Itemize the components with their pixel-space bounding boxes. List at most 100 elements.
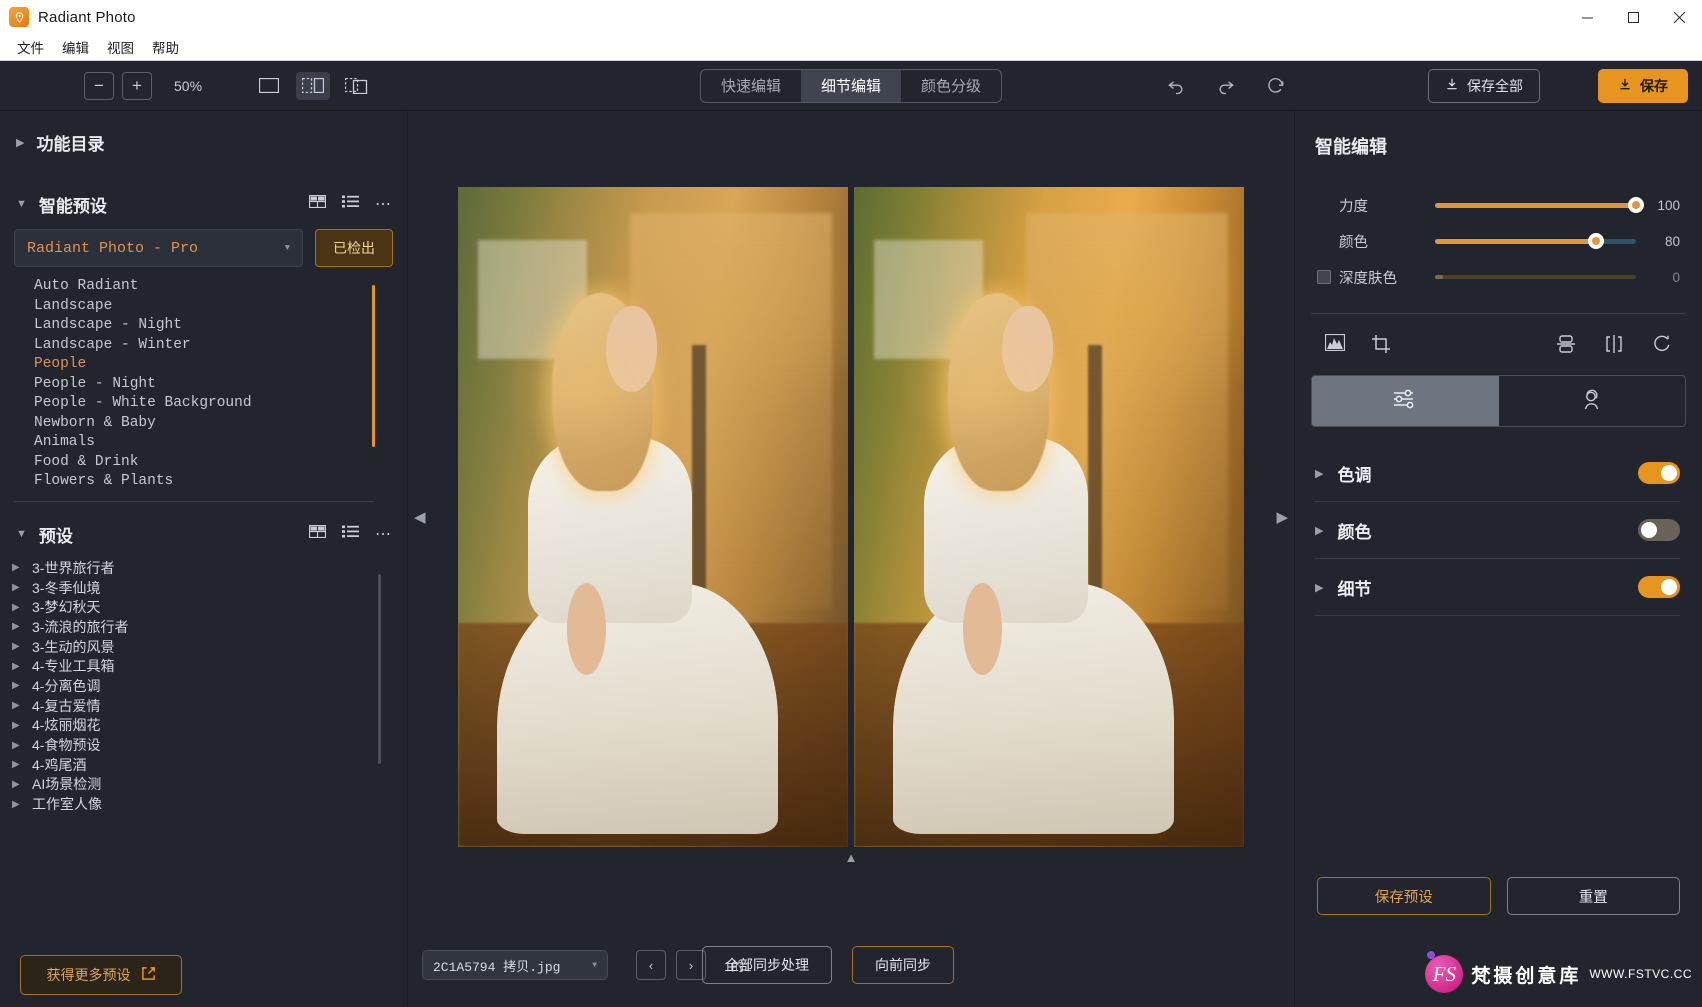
zoom-level-label: 50% <box>174 77 203 94</box>
single-view-icon[interactable] <box>252 72 286 100</box>
section-detail-toggle[interactable] <box>1638 576 1680 598</box>
photo-before[interactable] <box>458 187 848 847</box>
zoom-in-button[interactable]: + <box>122 71 152 100</box>
flip-horizontal-icon[interactable] <box>1604 334 1624 359</box>
tab-color-grading[interactable]: 颜色分级 <box>901 70 1001 102</box>
crop-icon[interactable] <box>1371 334 1391 359</box>
list-item[interactable]: ▶ 3-流浪的旅行者 <box>12 617 407 637</box>
list-item[interactable]: ▶ 3-生动的风景 <box>12 637 407 657</box>
redo-icon[interactable] <box>1214 74 1238 98</box>
list-item[interactable]: Landscape - Night <box>34 316 407 336</box>
split-view-icon[interactable] <box>296 71 330 100</box>
preset-tree[interactable]: ▶ 3-世界旅行者 ▶ 3-冬季仙境 ▶ 3-梦幻秋天 ▶ 3-流浪的旅行者 ▶ 3-生动… <box>0 558 407 1007</box>
slider-color-knob[interactable] <box>1587 233 1604 249</box>
list-item[interactable]: Landscape - Winter <box>34 336 407 356</box>
tab-portrait[interactable] <box>1499 376 1686 426</box>
list-view-icon[interactable] <box>342 195 359 213</box>
undo-icon[interactable] <box>1164 74 1188 98</box>
list-item[interactable]: Flowers & Plants <box>34 472 407 489</box>
section-tone[interactable]: ▶ 色调 <box>1295 445 1702 501</box>
filmstrip-collapse-icon[interactable]: ▲ <box>845 850 858 865</box>
list-item[interactable]: ▶ AI场景检测 <box>12 775 407 795</box>
close-button[interactable] <box>1656 0 1702 34</box>
list-item[interactable]: ▶ 3-世界旅行者 <box>12 558 407 578</box>
menu-view[interactable]: 视图 <box>98 35 143 59</box>
list-item[interactable]: ▶ 工作室人像 <box>12 794 407 814</box>
reset-icon[interactable] <box>1264 74 1288 98</box>
slider-deep-skin-value: 0 <box>1672 269 1680 285</box>
list-item[interactable]: ▶ 3-梦幻秋天 <box>12 597 407 617</box>
menu-file[interactable]: 文件 <box>8 35 53 59</box>
list-item-selected[interactable]: People <box>34 355 407 375</box>
file-select[interactable]: 2C1A5794 拷贝.jpg ▼ <box>422 950 608 980</box>
reset-button[interactable]: 重置 <box>1506 877 1680 915</box>
menu-help[interactable]: 帮助 <box>143 35 188 59</box>
list-item[interactable]: ▶ 4-炫丽烟花 <box>12 716 407 736</box>
slider-deep-skin-track[interactable] <box>1435 269 1636 285</box>
list-view-icon[interactable] <box>342 525 359 543</box>
tab-detail-edit[interactable]: 细节编辑 <box>800 69 902 102</box>
list-item[interactable]: ▶ 4-食物预设 <box>12 735 407 755</box>
minimize-button[interactable] <box>1564 0 1610 34</box>
list-item[interactable]: ▶ 4-鸡尾酒 <box>12 755 407 775</box>
preset-label: 3-生动的风景 <box>32 638 115 655</box>
title-bar: Radiant Photo <box>0 0 1702 34</box>
get-more-presets-button[interactable]: 获得更多预设 <box>20 955 182 995</box>
more-options-icon[interactable]: ⋯ <box>375 524 391 544</box>
image-canvas[interactable]: ◀ ▶ ▲ <box>408 111 1294 923</box>
prev-page-button[interactable]: ‹ <box>636 950 666 980</box>
grid-view-icon[interactable] <box>308 524 327 543</box>
list-item[interactable]: Landscape <box>34 297 407 317</box>
smart-preset-select[interactable]: Radiant Photo - Pro ▼ <box>14 229 303 267</box>
list-item[interactable]: ▶ 4-分离色调 <box>12 676 407 696</box>
smart-preset-scrollbar[interactable] <box>372 277 375 489</box>
menu-edit[interactable]: 编辑 <box>53 35 98 59</box>
section-detail[interactable]: ▶ 细节 <box>1295 559 1702 615</box>
list-item[interactable]: ▶ 4-复古爱情 <box>12 696 407 716</box>
next-image-arrow[interactable]: ▶ <box>1276 508 1288 526</box>
zoom-out-button[interactable]: − <box>84 71 114 100</box>
section-detail-label: 细节 <box>1337 579 1372 599</box>
toggle-knob <box>1641 522 1657 538</box>
photo-after[interactable] <box>854 187 1244 847</box>
list-item[interactable]: People - Night <box>34 375 407 395</box>
slider-strength-track[interactable] <box>1435 197 1644 213</box>
history-controls <box>1164 74 1288 98</box>
scrollbar-thumb[interactable] <box>372 285 375 447</box>
section-color[interactable]: ▶ 颜色 <box>1295 502 1702 558</box>
maximize-button[interactable] <box>1610 0 1656 34</box>
section-functions-header[interactable]: ▶ 功能目录 <box>0 111 407 173</box>
slider-strength-knob[interactable] <box>1628 197 1644 213</box>
compare-view-icon[interactable] <box>340 72 374 100</box>
deep-skin-checkbox[interactable] <box>1317 270 1331 284</box>
section-presets-header[interactable]: ▼ 预设 ⋯ <box>0 502 407 552</box>
prev-image-arrow[interactable]: ◀ <box>414 508 426 526</box>
list-item[interactable]: Animals <box>34 433 407 453</box>
list-item[interactable]: ▶ 3-冬季仙境 <box>12 578 407 598</box>
sync-forward-button[interactable]: 向前同步 <box>852 946 954 984</box>
list-item[interactable]: People - White Background <box>34 394 407 414</box>
more-options-icon[interactable]: ⋯ <box>375 194 391 214</box>
smart-preset-list[interactable]: Auto Radiant Landscape Landscape - Night… <box>0 277 407 489</box>
external-link-icon <box>141 966 156 984</box>
slider-color-track[interactable] <box>1435 233 1636 249</box>
tab-quick-edit[interactable]: 快速编辑 <box>701 70 801 102</box>
list-item[interactable]: Newborn & Baby <box>34 414 407 434</box>
section-smart-presets-header[interactable]: ▼ 智能预设 ⋯ <box>0 173 407 223</box>
sync-all-button[interactable]: 全部同步处理 <box>702 946 832 984</box>
histogram-icon[interactable] <box>1324 333 1346 359</box>
tab-adjustments[interactable] <box>1312 376 1499 426</box>
save-button[interactable]: 保存 <box>1598 68 1688 103</box>
grid-view-icon[interactable] <box>308 194 327 213</box>
flip-vertical-icon[interactable] <box>1556 334 1576 359</box>
list-item[interactable]: Auto Radiant <box>34 277 407 297</box>
list-item[interactable]: Food & Drink <box>34 453 407 473</box>
save-preset-button[interactable]: 保存预设 <box>1317 877 1491 915</box>
rotate-icon[interactable] <box>1652 334 1672 359</box>
section-color-toggle[interactable] <box>1638 519 1680 541</box>
detected-badge[interactable]: 已检出 <box>315 229 393 267</box>
list-item[interactable]: ▶ 4-专业工具箱 <box>12 656 407 676</box>
section-tone-toggle[interactable] <box>1638 462 1680 484</box>
save-all-button[interactable]: 保存全部 <box>1428 68 1540 103</box>
preset-tree-scrollbar[interactable] <box>378 574 381 764</box>
